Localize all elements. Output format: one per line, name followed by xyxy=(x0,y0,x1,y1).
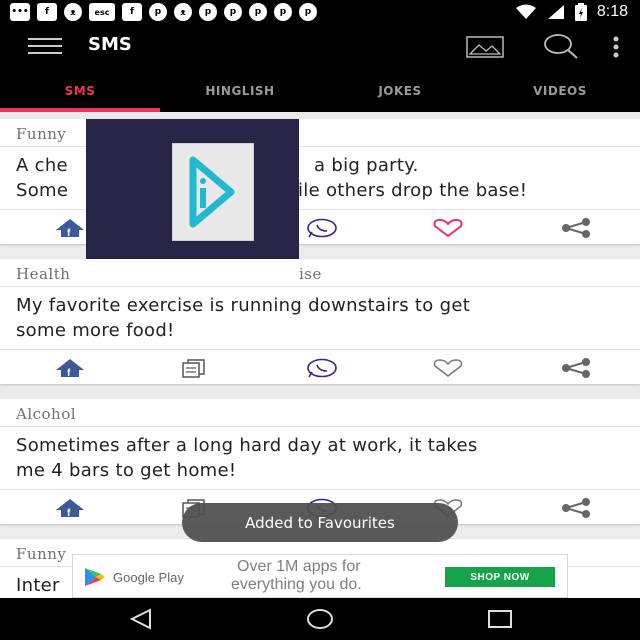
facebook-share-icon: f xyxy=(56,219,84,238)
card-text-line: some more food! xyxy=(16,320,175,341)
navigation-bar xyxy=(0,598,640,640)
menu-icon[interactable] xyxy=(28,38,62,56)
tab-videos[interactable]: VIDEOS xyxy=(480,68,640,112)
whatsapp-icon xyxy=(307,218,337,238)
heart-filled-icon xyxy=(433,219,463,237)
pinterest-icon: p xyxy=(299,3,317,21)
home-icon[interactable] xyxy=(306,608,334,630)
status-bar: ••• f ᴥ esc f p ᴥ p p p p p 8:18 xyxy=(0,0,640,24)
card-text-line: Sometimes after a long hard day at work,… xyxy=(16,435,478,456)
favourite-button[interactable] xyxy=(431,217,465,239)
app-logo-tile xyxy=(172,143,254,241)
ad-banner[interactable]: Google Play Over 1M apps for everything … xyxy=(72,554,568,598)
tab-jokes[interactable]: JOKES xyxy=(320,68,480,112)
app-logo-overlay xyxy=(86,119,299,282)
play-logo-icon xyxy=(189,156,235,228)
facebook-share-button[interactable]: f xyxy=(53,217,87,239)
share-icon xyxy=(562,218,590,238)
battery-icon xyxy=(574,3,587,21)
share-button[interactable] xyxy=(559,217,593,239)
app-title: SMS xyxy=(88,34,132,55)
image-icon[interactable] xyxy=(466,36,504,58)
card-category: Alcohol xyxy=(16,405,77,423)
facebook-share-button[interactable]: f xyxy=(53,357,87,379)
pinterest-icon: p xyxy=(149,3,167,21)
facebook-icon: f xyxy=(122,3,142,21)
whatsapp-button[interactable] xyxy=(304,357,338,379)
cat-icon: ᴥ xyxy=(64,3,82,21)
shop-now-button[interactable]: SHOP NOW xyxy=(445,567,555,587)
pinterest-icon: p xyxy=(274,3,292,21)
card-text-line: A che xyxy=(16,155,68,176)
app-screen: ••• f ᴥ esc f p ᴥ p p p p p 8:18 SMS SMS xyxy=(0,0,640,640)
card-text-line: ile others drop the base! xyxy=(298,180,528,201)
share-icon xyxy=(562,498,590,518)
google-play-icon xyxy=(85,568,105,586)
pinterest-icon: p xyxy=(199,3,217,21)
whatsapp-button[interactable] xyxy=(304,217,338,239)
sms-card: Health ise My favorite exercise is runni… xyxy=(0,259,640,384)
card-text-line: Some xyxy=(16,180,69,201)
card-text-line: me 4 bars to get home! xyxy=(16,460,237,481)
divider xyxy=(0,286,640,287)
ad-brand-text: Google Play xyxy=(113,569,184,585)
system-icons: 8:18 xyxy=(515,2,628,22)
card-text[interactable]: My favorite exercise is running downstai… xyxy=(16,293,624,343)
toast-message: Added to Favourites xyxy=(182,503,458,542)
card-actions: f xyxy=(0,350,640,384)
signal-icon xyxy=(547,5,564,19)
clock: 8:18 xyxy=(596,3,628,20)
back-icon[interactable] xyxy=(128,608,154,630)
share-icon xyxy=(562,358,590,378)
favourite-button[interactable] xyxy=(431,357,465,379)
facebook-share-icon: f xyxy=(56,359,84,378)
cat-icon: ᴥ xyxy=(174,3,192,21)
tab-bar: SMS HINGLISH JOKES VIDEOS xyxy=(0,68,640,112)
app-bar: SMS xyxy=(0,24,640,68)
card-text-line: a big party. xyxy=(314,155,419,176)
ad-text-line: Over 1M apps for xyxy=(237,558,361,575)
share-button[interactable] xyxy=(559,497,593,519)
divider xyxy=(0,426,640,427)
pinterest-icon: p xyxy=(224,3,242,21)
search-icon[interactable] xyxy=(543,34,579,60)
recents-icon[interactable] xyxy=(487,608,513,630)
facebook-icon: f xyxy=(37,3,57,21)
notification-icons: ••• f ᴥ esc f p ᴥ p p p p p xyxy=(10,2,317,22)
card-category-tail: ise xyxy=(299,265,322,283)
ad-text-line: everything you do. xyxy=(231,576,362,593)
tab-hinglish[interactable]: HINGLISH xyxy=(160,68,320,112)
card-category: Funny xyxy=(16,125,67,143)
heart-icon xyxy=(433,359,463,377)
share-button[interactable] xyxy=(559,357,593,379)
copy-icon xyxy=(182,359,205,378)
card-text-line: My favorite exercise is running downstai… xyxy=(16,295,471,316)
card-text[interactable]: Sometimes after a long hard day at work,… xyxy=(16,433,624,483)
tab-sms[interactable]: SMS xyxy=(0,68,160,112)
facebook-share-icon: f xyxy=(56,499,84,518)
messenger-icon: ••• xyxy=(10,3,30,21)
card-category: Health xyxy=(16,265,71,283)
whatsapp-icon xyxy=(307,358,337,378)
esc-icon: esc xyxy=(89,3,115,21)
pinterest-icon: p xyxy=(249,3,267,21)
wifi-icon xyxy=(515,4,536,19)
card-category: Funny xyxy=(16,545,67,563)
copy-button[interactable] xyxy=(176,357,210,379)
more-vert-icon[interactable] xyxy=(612,36,620,58)
facebook-share-button[interactable]: f xyxy=(53,497,87,519)
google-play-brand: Google Play xyxy=(83,567,184,587)
